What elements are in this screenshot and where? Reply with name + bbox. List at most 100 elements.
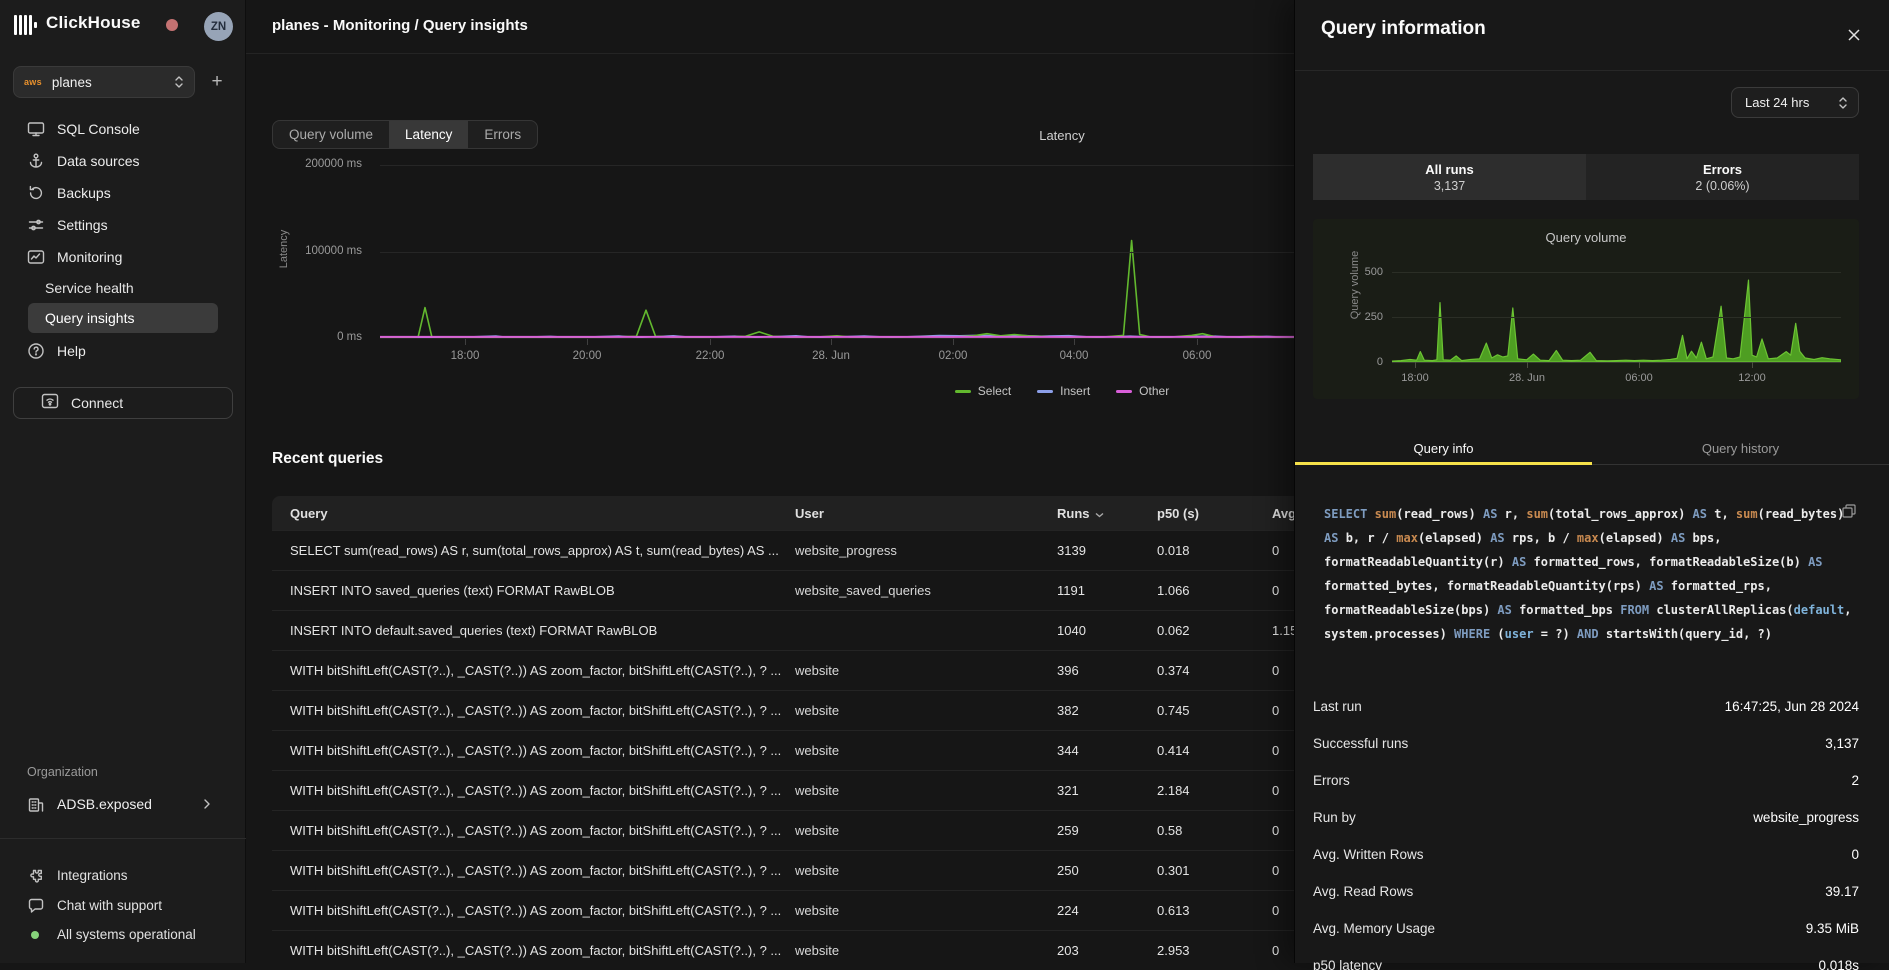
sidebar-item-integrations[interactable]: Integrations xyxy=(0,862,246,890)
stat-row: Last run16:47:25, Jun 28 2024 xyxy=(1295,688,1889,725)
sidebar-item-backups[interactable]: Backups xyxy=(0,177,246,209)
sql-code: SELECT sum(read_rows) AS r, sum(total_ro… xyxy=(1324,502,1849,646)
table-row[interactable]: WITH bitShiftLeft(CAST(?..), _CAST(?..))… xyxy=(272,850,1354,890)
sidebar-item-data-sources[interactable]: Data sources xyxy=(0,145,246,177)
code-token: (total_rows_approx) xyxy=(1548,507,1693,521)
table-row[interactable]: WITH bitShiftLeft(CAST(?..), _CAST(?..))… xyxy=(272,810,1354,850)
code-token: r, xyxy=(1505,507,1527,521)
puzzle-icon xyxy=(27,867,45,885)
query-information-panel: Query information Last 24 hrs All runs 3… xyxy=(1294,0,1889,963)
x-tick-label: 18:00 xyxy=(425,350,505,362)
building-icon xyxy=(27,796,45,819)
x-tick-mark xyxy=(710,339,711,345)
sidebar-item-status[interactable]: All systems operational xyxy=(0,921,246,949)
info-tabs: Query info Query history xyxy=(1295,436,1889,465)
close-icon[interactable] xyxy=(1843,24,1865,46)
code-token: AS xyxy=(1671,531,1693,545)
table-row[interactable]: WITH bitShiftLeft(CAST(?..), _CAST(?..))… xyxy=(272,650,1354,690)
avatar[interactable]: ZN xyxy=(204,12,233,41)
code-token: AS xyxy=(1483,507,1505,521)
cell-p50: 0.414 xyxy=(1157,743,1272,758)
stat-value: 3,137 xyxy=(1825,736,1859,751)
sidebar-item-settings[interactable]: Settings xyxy=(0,209,246,241)
col-user[interactable]: User xyxy=(795,506,1057,521)
stat-row: Avg. Memory Usage9.35 MiB xyxy=(1295,910,1889,947)
legend-item-insert[interactable]: Insert xyxy=(1037,384,1090,398)
organization-section-label: Organization xyxy=(27,765,98,779)
sidebar-item-sql-console[interactable]: SQL Console xyxy=(0,113,246,145)
y-tick-label: 500 xyxy=(1347,266,1383,278)
code-token: AS xyxy=(1693,507,1715,521)
table-row[interactable]: WITH bitShiftLeft(CAST(?..), _CAST(?..))… xyxy=(272,770,1354,810)
legend-swatch xyxy=(1037,390,1053,393)
tab-query-history[interactable]: Query history xyxy=(1592,436,1889,464)
sidebar: ClickHouse ZN aws planes + SQL Console D… xyxy=(0,0,246,963)
connect-button[interactable]: Connect xyxy=(13,387,233,419)
time-range-select[interactable]: Last 24 hrs xyxy=(1731,87,1859,118)
table-row[interactable]: SELECT sum(read_rows) AS r, sum(total_ro… xyxy=(272,530,1354,570)
tab-all-runs[interactable]: All runs 3,137 xyxy=(1313,154,1586,200)
col-p50[interactable]: p50 (s) xyxy=(1157,506,1272,521)
code-token: formatReadableQuantity(r) xyxy=(1324,555,1512,569)
stat-row: Run bywebsite_progress xyxy=(1295,799,1889,836)
code-token: clusterAllReplicas( xyxy=(1656,603,1793,617)
gridline xyxy=(1392,317,1841,318)
cell-runs: 203 xyxy=(1057,943,1157,958)
code-token: (read_rows) xyxy=(1396,507,1483,521)
stat-row: Avg. Written Rows0 xyxy=(1295,836,1889,873)
sidebar-item-chat-support[interactable]: Chat with support xyxy=(0,892,246,920)
cell-query: WITH bitShiftLeft(CAST(?..), _CAST(?..))… xyxy=(290,743,795,758)
table-row[interactable]: WITH bitShiftLeft(CAST(?..), _CAST(?..))… xyxy=(272,890,1354,930)
clickhouse-logo-icon xyxy=(14,15,40,35)
legend-item-select[interactable]: Select xyxy=(955,384,1011,398)
cell-query: WITH bitShiftLeft(CAST(?..), _CAST(?..))… xyxy=(290,783,795,798)
cell-p50: 0.018 xyxy=(1157,543,1272,558)
y-tick-label: 100000 ms xyxy=(276,245,362,257)
code-token: startsWith(query_id, ?) xyxy=(1606,627,1772,641)
history-icon xyxy=(27,184,45,202)
code-token: formatted_bps xyxy=(1519,603,1620,617)
tab-query-info[interactable]: Query info xyxy=(1295,436,1592,464)
code-token: formatted_bytes, formatReadableQuantity(… xyxy=(1324,579,1649,593)
sidebar-item-service-health[interactable]: Service health xyxy=(0,273,246,303)
cell-runs: 382 xyxy=(1057,703,1157,718)
stat-row: Successful runs3,137 xyxy=(1295,725,1889,762)
cell-query: WITH bitShiftLeft(CAST(?..), _CAST(?..))… xyxy=(290,823,795,838)
table-row[interactable]: INSERT INTO saved_queries (text) FORMAT … xyxy=(272,570,1354,610)
service-selector[interactable]: aws planes xyxy=(13,66,195,98)
y-tick-label: 250 xyxy=(1347,311,1383,323)
code-token: user xyxy=(1505,627,1534,641)
col-query[interactable]: Query xyxy=(290,506,795,521)
recent-queries-table: Query User Runs p50 (s) Avg. SELECT sum(… xyxy=(272,496,1354,970)
code-token: b, r / xyxy=(1346,531,1397,545)
cell-p50: 0.301 xyxy=(1157,863,1272,878)
sidebar-item-query-insights[interactable]: Query insights xyxy=(0,303,246,333)
sidebar-item-monitoring[interactable]: Monitoring xyxy=(0,241,246,273)
copy-icon[interactable] xyxy=(1842,504,1856,523)
sort-desc-icon xyxy=(1095,506,1104,521)
divider xyxy=(0,838,246,839)
sidebar-item-help[interactable]: Help xyxy=(0,335,246,367)
cell-p50: 2.184 xyxy=(1157,783,1272,798)
code-token: (read_bytes) xyxy=(1758,507,1845,521)
x-tick-label: 04:00 xyxy=(1034,350,1114,362)
table-row[interactable]: INSERT INTO default.saved_queries (text)… xyxy=(272,610,1354,650)
x-tick-label: 12:00 xyxy=(1712,372,1792,384)
table-row[interactable]: WITH bitShiftLeft(CAST(?..), _CAST(?..))… xyxy=(272,690,1354,730)
service-name: planes xyxy=(52,75,174,90)
legend-item-other[interactable]: Other xyxy=(1116,384,1169,398)
table-row[interactable]: WITH bitShiftLeft(CAST(?..), _CAST(?..))… xyxy=(272,930,1354,970)
cell-user: website xyxy=(795,863,1057,878)
table-row[interactable]: WITH bitShiftLeft(CAST(?..), _CAST(?..))… xyxy=(272,730,1354,770)
code-token: formatReadableSize(bps) xyxy=(1324,603,1497,617)
sliders-icon xyxy=(27,216,45,234)
organization-switcher[interactable]: ADSB.exposed xyxy=(0,790,246,821)
tab-errors-count[interactable]: Errors 2 (0.06%) xyxy=(1586,154,1859,200)
cell-runs: 321 xyxy=(1057,783,1157,798)
col-runs[interactable]: Runs xyxy=(1057,506,1157,521)
stat-value: 0 xyxy=(1851,847,1859,862)
cell-query: INSERT INTO saved_queries (text) FORMAT … xyxy=(290,583,795,598)
add-service-button[interactable]: + xyxy=(203,68,231,96)
cell-user: website xyxy=(795,743,1057,758)
stat-row: Avg. Read Rows39.17 xyxy=(1295,873,1889,910)
